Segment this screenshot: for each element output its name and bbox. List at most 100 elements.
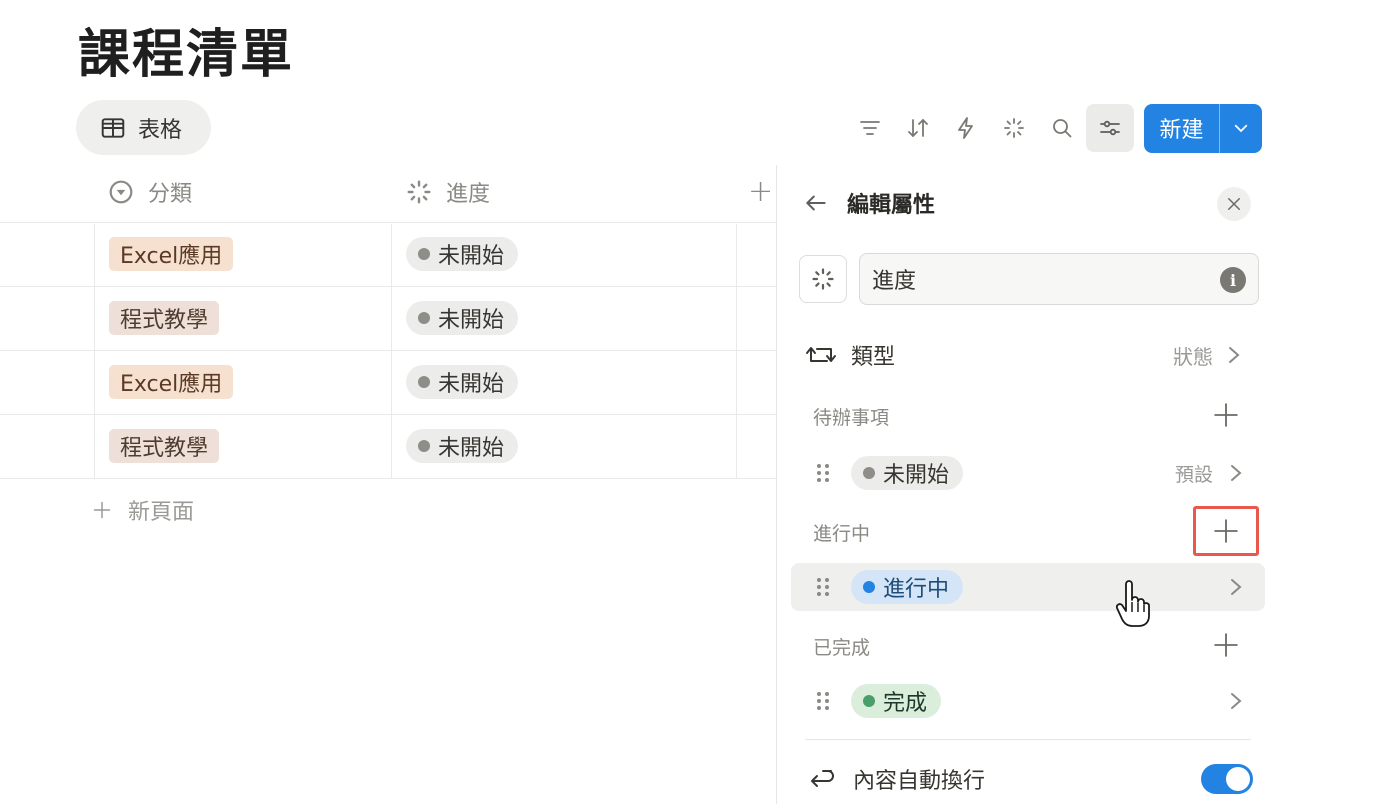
status-tag[interactable]: 未開始 <box>406 237 519 271</box>
status-dot <box>863 581 875 593</box>
category-tag[interactable]: 程式教學 <box>109 301 220 335</box>
status-option-row[interactable]: 完成 <box>791 677 1265 725</box>
close-icon <box>1228 198 1240 210</box>
column-divider <box>94 224 95 479</box>
status-option-row[interactable]: 進行中 <box>791 563 1265 611</box>
property-name-value: 進度 <box>872 269 917 294</box>
new-dropdown-button[interactable] <box>1220 104 1262 153</box>
wrap-arrow-icon <box>811 770 834 787</box>
chevron-down-icon <box>1234 124 1248 133</box>
close-button[interactable] <box>1217 187 1251 221</box>
column-header-category[interactable]: 分類 <box>108 160 192 223</box>
page-title: 課程清單 <box>78 25 295 85</box>
status-dot <box>418 440 430 452</box>
panel-title: 編輯屬性 <box>847 193 936 218</box>
table-header: 分類 進度 + <box>0 160 776 223</box>
status-icon <box>407 180 431 203</box>
sort-icon[interactable] <box>894 104 942 152</box>
edit-property-panel: 編輯屬性 進度 i 類型 狀態 待辦事項 未開始 預設 進行中 進行中 已完成 … <box>776 165 1400 804</box>
view-tab-label: 表格 <box>138 117 183 143</box>
drag-handle-icon[interactable] <box>815 576 831 598</box>
type-label: 類型 <box>851 345 896 370</box>
property-name-input[interactable]: 進度 i <box>859 253 1259 305</box>
group-header-todo: 待辦事項 <box>813 407 890 429</box>
add-option-done-button[interactable] <box>1211 630 1241 660</box>
divider <box>805 739 1251 740</box>
status-tag[interactable]: 未開始 <box>406 365 519 399</box>
plus-icon <box>1214 633 1238 657</box>
lightning-icon[interactable] <box>942 104 990 152</box>
status-tag[interactable]: 未開始 <box>406 429 519 463</box>
status-dot <box>863 695 875 707</box>
table-icon <box>101 117 125 138</box>
type-value-text: 狀態 <box>1173 344 1213 369</box>
panel-header: 編輯屬性 <box>803 187 935 219</box>
status-dot <box>863 467 875 479</box>
search-icon[interactable] <box>1038 104 1086 152</box>
category-tag[interactable]: 程式教學 <box>109 429 220 463</box>
status-dot <box>418 376 430 388</box>
column-header-label: 分類 <box>148 181 193 207</box>
type-swap-icon <box>806 347 836 362</box>
hand-cursor-icon <box>1116 580 1150 627</box>
toggle-knob <box>1226 767 1250 791</box>
column-divider <box>736 224 737 479</box>
new-page-button[interactable]: 新頁面 <box>92 494 194 526</box>
category-tag[interactable]: Excel應用 <box>109 237 234 271</box>
chevron-right-icon <box>1231 465 1242 481</box>
column-divider <box>391 224 392 479</box>
type-value: 狀態 <box>1173 341 1241 370</box>
drag-handle-icon[interactable] <box>815 690 831 712</box>
wrap-content-toggle[interactable] <box>1201 764 1253 794</box>
plus-icon <box>93 501 111 519</box>
group-header-done: 已完成 <box>813 637 871 659</box>
property-icon-picker[interactable] <box>799 255 847 303</box>
column-header-label: 進度 <box>446 181 491 207</box>
add-option-todo-button[interactable] <box>1211 400 1241 430</box>
new-button-group: 新建 <box>1144 103 1262 153</box>
back-arrow-icon[interactable] <box>803 190 829 216</box>
status-option-tag: 未開始 <box>851 456 964 490</box>
status-label: 未開始 <box>438 436 505 461</box>
settings-sliders-icon[interactable] <box>1086 104 1134 152</box>
sparkle-icon[interactable] <box>990 104 1038 152</box>
highlight-box <box>1193 506 1259 556</box>
status-dot <box>418 312 430 324</box>
status-label: 未開始 <box>438 372 505 397</box>
table-row[interactable]: Excel應用 未開始 <box>0 223 776 287</box>
status-tag[interactable]: 未開始 <box>406 301 519 335</box>
add-column-button[interactable]: + <box>748 174 773 209</box>
status-dot <box>418 248 430 260</box>
table-row[interactable]: Excel應用 未開始 <box>0 351 776 415</box>
table-row[interactable]: 程式教學 未開始 <box>0 287 776 351</box>
property-type-row[interactable]: 類型 狀態 <box>805 337 1255 373</box>
status-option-label: 未開始 <box>883 463 950 488</box>
filter-icon[interactable] <box>846 104 894 152</box>
chevron-right-icon <box>1231 579 1242 595</box>
wrap-content-label: 內容自動換行 <box>853 769 986 794</box>
group-header-in-progress: 進行中 <box>813 523 871 545</box>
default-label: 預設 <box>1174 463 1213 486</box>
status-option-label: 完成 <box>883 691 928 716</box>
table-row[interactable]: 程式教學 未開始 <box>0 415 776 479</box>
column-header-status[interactable]: 進度 <box>406 160 490 223</box>
status-option-label: 進行中 <box>883 577 950 602</box>
status-option-tag: 進行中 <box>851 570 964 604</box>
category-tag[interactable]: Excel應用 <box>109 365 234 399</box>
status-option-tag: 完成 <box>851 684 942 718</box>
info-icon[interactable]: i <box>1220 267 1246 293</box>
database-toolbar: 新建 <box>846 103 1262 153</box>
view-tab-table[interactable]: 表格 <box>76 100 211 155</box>
chevron-right-icon <box>1231 693 1242 709</box>
wrap-content-row[interactable]: 內容自動換行 <box>807 761 1253 797</box>
new-button[interactable]: 新建 <box>1144 103 1220 153</box>
status-option-row[interactable]: 未開始 預設 <box>791 449 1265 497</box>
plus-icon <box>1214 403 1238 427</box>
status-label: 未開始 <box>438 244 505 269</box>
status-label: 未開始 <box>438 308 505 333</box>
status-icon <box>812 268 834 290</box>
chevron-right-icon <box>1229 347 1240 363</box>
database-table: 分類 進度 + Excel應用 未開始 程式教學 未開始 Excel應用 未開始… <box>0 160 776 479</box>
new-page-label: 新頁面 <box>128 500 195 525</box>
drag-handle-icon[interactable] <box>815 462 831 484</box>
